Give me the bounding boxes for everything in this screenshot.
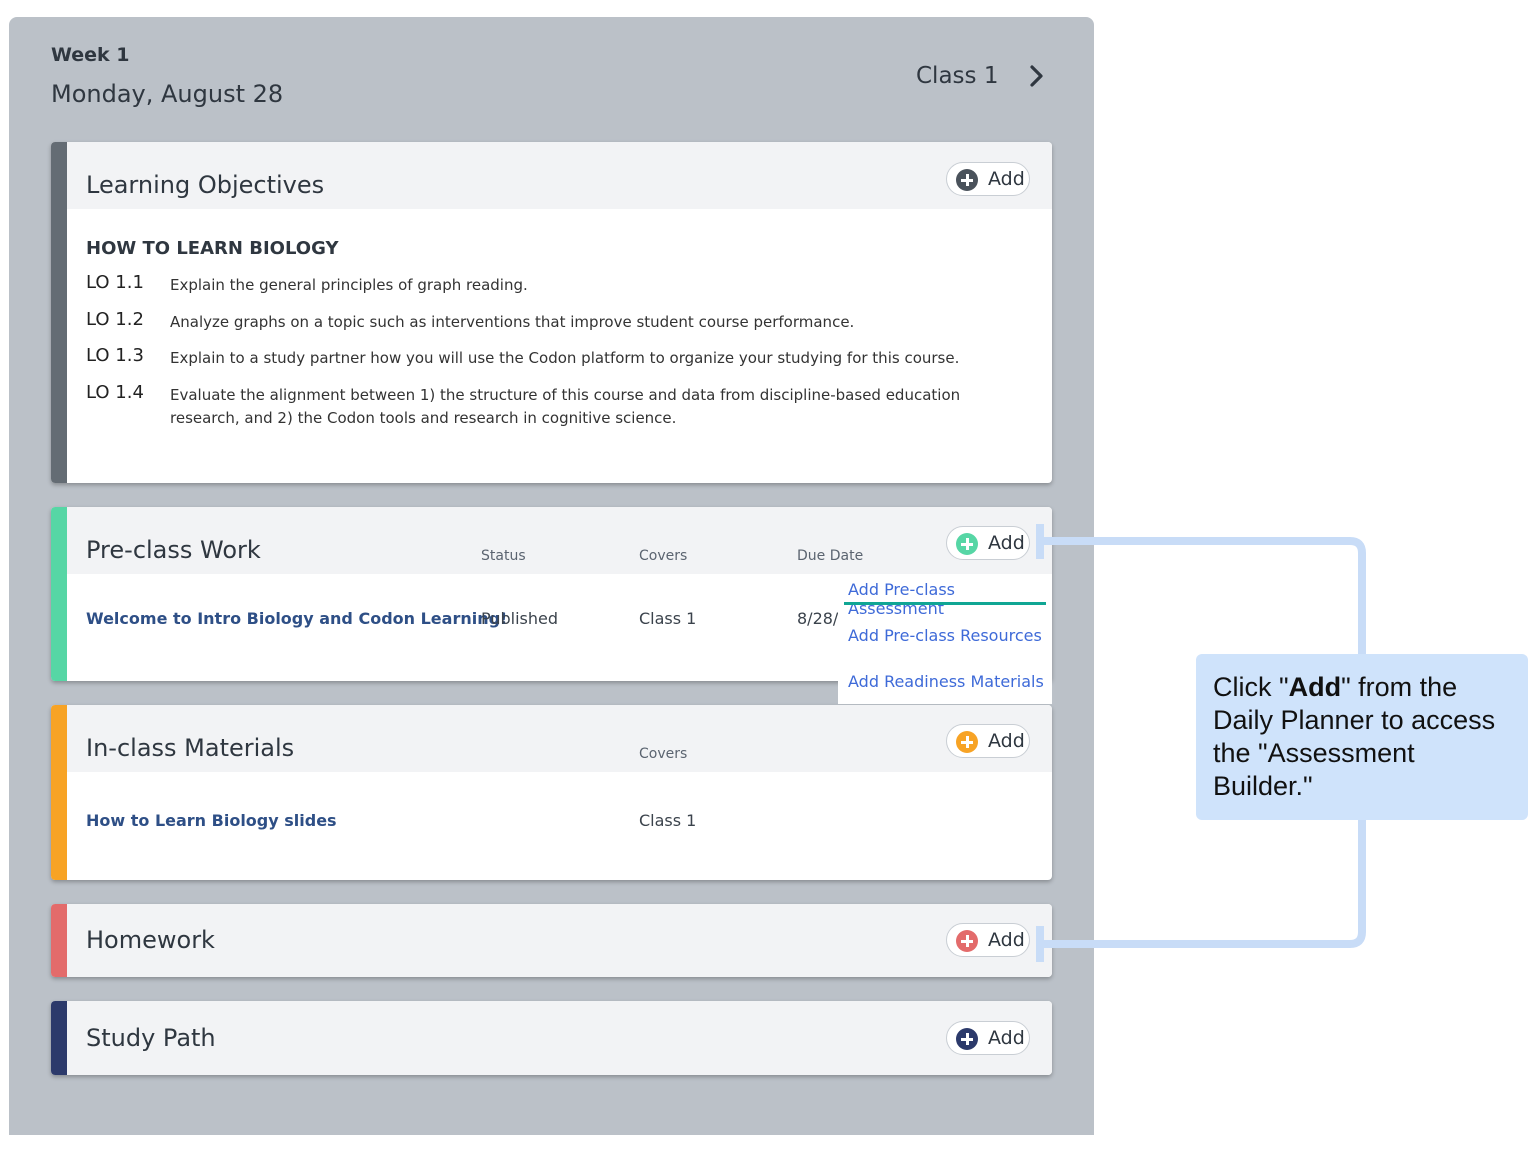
callout-prefix: Click " [1213, 672, 1289, 702]
callout-connector [1036, 524, 1366, 962]
instruction-callout: Click "Add" from the Daily Planner to ac… [1196, 654, 1528, 820]
callout-bold-text: Add [1288, 672, 1342, 702]
